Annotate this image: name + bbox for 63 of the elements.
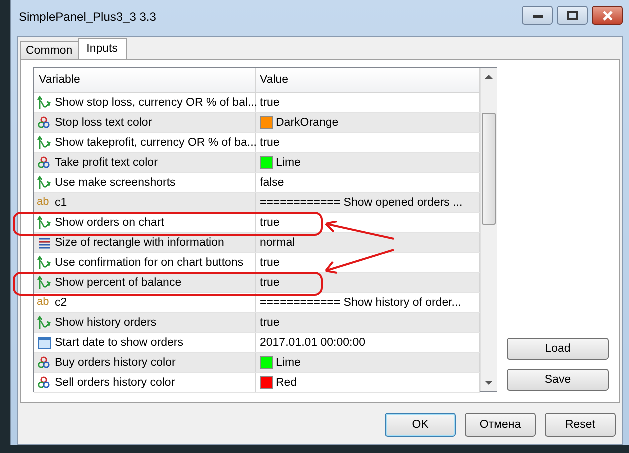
toggle-arrow-icon — [37, 255, 52, 270]
dialog-button[interactable]: Reset — [545, 413, 616, 437]
variable-name: Show orders on chart — [55, 216, 164, 228]
variable-name: Show takeprofit, currency OR % of ba... — [55, 136, 257, 148]
variable-name: c2 — [55, 296, 68, 308]
variable-name: Sell orders history color — [55, 376, 176, 388]
text-type-icon: ab — [37, 297, 52, 308]
value-text[interactable]: Lime — [276, 156, 301, 168]
variable-name: Size of rectangle with information — [55, 236, 224, 248]
window-title: SimplePanel_Plus3_3 3.3 — [19, 10, 156, 24]
variable-name: Show percent of balance — [55, 276, 182, 288]
toggle-arrow-icon — [37, 135, 52, 150]
toggle-arrow-icon — [37, 175, 52, 190]
toggle-arrow-icon — [37, 315, 52, 330]
close-button[interactable] — [592, 6, 623, 25]
toggle-arrow-icon — [37, 95, 52, 110]
maximize-button[interactable] — [557, 6, 588, 25]
column-header[interactable]: Variable — [34, 68, 256, 92]
value-text[interactable]: true — [260, 216, 280, 228]
variable-name: Take profit text color — [55, 156, 158, 168]
tab[interactable]: Inputs — [78, 38, 127, 59]
value-text[interactable]: true — [260, 276, 280, 288]
value-text[interactable]: ============ Show opened orders ... — [260, 196, 463, 208]
value-text[interactable]: true — [260, 136, 280, 148]
calendar-icon — [37, 335, 52, 350]
value-text[interactable]: DarkOrange — [276, 116, 339, 128]
side-button[interactable]: Save — [507, 369, 609, 391]
color-circles-icon — [37, 355, 52, 370]
dialog-button[interactable]: OK — [385, 413, 456, 437]
side-button[interactable]: Load — [507, 338, 609, 360]
toggle-arrow-icon — [37, 215, 52, 230]
maximize-icon — [566, 10, 578, 20]
variable-name: Use make screenshorts — [55, 176, 176, 188]
annotation-arrow — [325, 221, 394, 240]
scroll-thumb[interactable] — [482, 113, 496, 225]
value-text[interactable]: true — [260, 316, 280, 328]
variable-name: Show stop loss, currency OR % of bal... — [55, 96, 258, 108]
value-text[interactable]: Lime — [276, 356, 301, 368]
toggle-arrow-icon — [37, 275, 52, 290]
value-text[interactable]: false — [260, 176, 284, 188]
minimize-button[interactable] — [522, 6, 553, 25]
color-circles-icon — [37, 115, 52, 130]
variable-name: Start date to show orders — [55, 336, 184, 348]
value-text[interactable]: true — [260, 96, 280, 108]
minimize-icon — [532, 12, 544, 18]
tab[interactable]: Common — [20, 41, 79, 59]
color-circles-icon — [37, 375, 52, 390]
close-icon — [602, 10, 614, 20]
dialog-button[interactable]: Отмена — [465, 413, 536, 437]
variable-name: Buy orders history color — [55, 356, 176, 368]
variable-name: Stop loss text color — [55, 116, 152, 128]
scrollbar[interactable] — [480, 68, 497, 391]
value-text[interactable]: Red — [276, 376, 298, 388]
color-circles-icon — [37, 155, 52, 170]
variable-name: Use confirmation for on chart buttons — [55, 256, 244, 268]
value-text[interactable]: true — [260, 256, 280, 268]
text-type-icon: ab — [37, 197, 52, 208]
value-text[interactable]: ============ Show history of order... — [260, 296, 462, 308]
annotation-arrow — [325, 249, 394, 274]
variable-name: c1 — [55, 196, 68, 208]
value-text[interactable]: normal — [260, 236, 296, 248]
variable-name: Show history orders — [55, 316, 157, 328]
value-text[interactable]: 2017.01.01 00:00:00 — [260, 336, 366, 348]
